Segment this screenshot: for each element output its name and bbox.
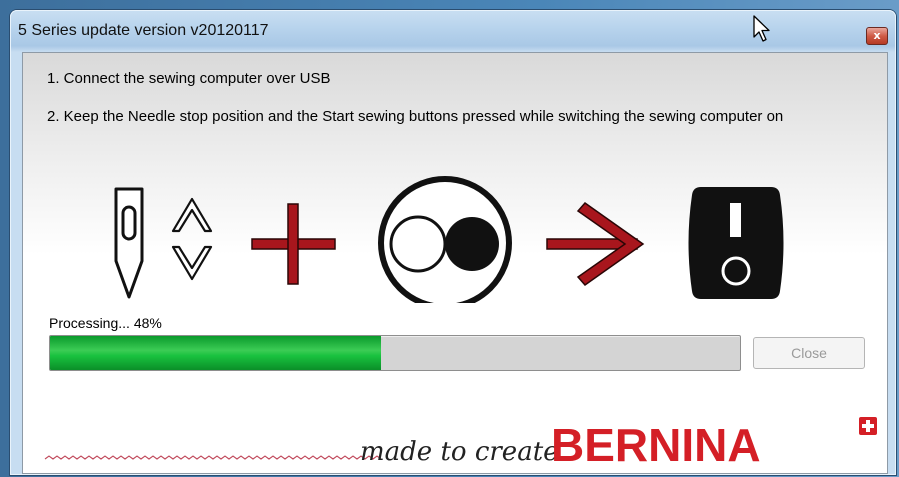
instruction-step-2: 2. Keep the Needle stop position and the… xyxy=(47,108,784,125)
tagline-text: made to create xyxy=(360,437,559,467)
window-close-button[interactable]: x xyxy=(866,27,888,45)
instruction-graphic xyxy=(114,176,784,303)
down-chevron-icon xyxy=(171,245,213,281)
arrow-right-icon xyxy=(546,201,645,287)
swiss-cross-icon xyxy=(859,417,877,435)
start-button-icon xyxy=(378,176,512,303)
update-window: 5 Series update version v20120117 x 1. C… xyxy=(10,10,896,475)
instruction-step-1: 1. Connect the sewing computer over USB xyxy=(47,70,331,87)
progress-bar xyxy=(49,335,741,371)
needle-icon xyxy=(114,187,144,299)
plus-icon xyxy=(251,203,336,285)
progress-bar-fill xyxy=(50,336,382,370)
power-switch-icon xyxy=(688,187,784,299)
window-title: 5 Series update version v20120117 xyxy=(18,22,269,39)
bernina-logo: BERNINA xyxy=(551,419,761,471)
bernina-footer: made to create BERNINA xyxy=(44,417,877,471)
close-button[interactable]: Close xyxy=(753,337,865,369)
dialog-content: 1. Connect the sewing computer over USB … xyxy=(22,52,888,474)
progress-status-text: Processing... 48% xyxy=(49,315,162,331)
up-chevron-icon xyxy=(171,197,213,233)
mouse-cursor-icon xyxy=(753,15,770,42)
stitch-pattern xyxy=(44,455,382,460)
